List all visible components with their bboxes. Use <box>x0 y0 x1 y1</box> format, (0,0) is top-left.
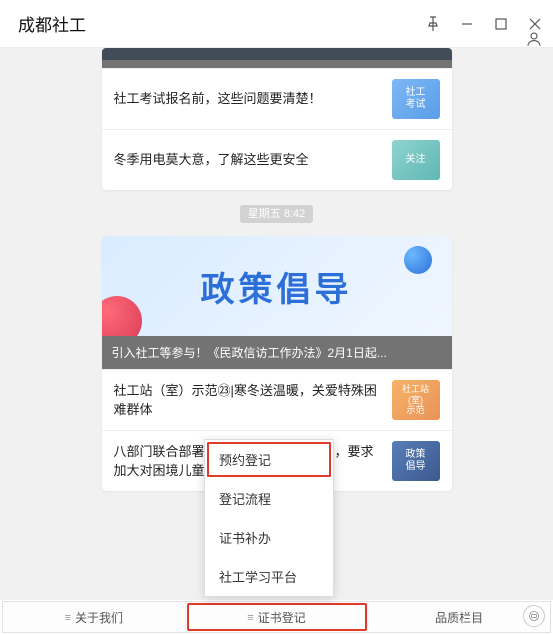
card2-header[interactable]: 引入社工等参与！《民政信访工作办法》2月1日起... <box>102 336 452 369</box>
popup-item-flow[interactable]: 登记流程 <box>205 479 333 518</box>
nav-label: 关于我们 <box>75 609 123 626</box>
title-bar: 成都社工 <box>0 0 553 48</box>
card1-header[interactable] <box>102 60 452 68</box>
article-card-1: 社工考试报名前，这些问题要清楚！ 社工 考试 冬季用电莫大意，了解这些更安全 关… <box>102 48 452 190</box>
menu-icon <box>65 610 71 624</box>
popup-item-book[interactable]: 预约登记 <box>205 440 333 479</box>
decor-bubble-blue <box>404 246 432 274</box>
article-row[interactable]: 冬季用电莫大意，了解这些更安全 关注 <box>102 129 452 190</box>
card2-hero[interactable]: 政策倡导 <box>102 236 452 336</box>
timestamp-text: 星期五 8:42 <box>240 205 313 223</box>
article-thumb: 政策 倡导 <box>392 441 440 481</box>
pin-icon[interactable] <box>425 16 441 32</box>
article-thumb: 社工站 (室) 示范 <box>392 380 440 420</box>
popup-item-study[interactable]: 社工学习平台 <box>205 557 333 596</box>
menu-icon <box>247 610 253 624</box>
hero-text: 政策倡导 <box>201 262 353 311</box>
article-title: 冬季用电莫大意，了解这些更安全 <box>114 150 384 170</box>
card1-hero[interactable] <box>102 48 452 60</box>
keyboard-icon[interactable] <box>523 605 545 627</box>
popup-item-reissue[interactable]: 证书补办 <box>205 518 333 557</box>
maximize-icon[interactable] <box>493 16 509 32</box>
article-thumb: 关注 <box>392 140 440 180</box>
nav-label: 品质栏目 <box>435 609 483 626</box>
article-thumb: 社工 考试 <box>392 79 440 119</box>
nav-label: 证书登记 <box>258 609 306 626</box>
bottom-nav: 关于我们 证书登记 品质栏目 <box>2 601 551 633</box>
app-title: 成都社工 <box>18 11 86 36</box>
article-row[interactable]: 社工考试报名前，这些问题要清楚！ 社工 考试 <box>102 68 452 129</box>
nav-about[interactable]: 关于我们 <box>3 602 186 632</box>
article-title: 社工考试报名前，这些问题要清楚！ <box>114 89 384 109</box>
minimize-icon[interactable] <box>459 16 475 32</box>
article-row[interactable]: 社工站（室）示范㉓|寒冬送温暖，关爱特殊困难群体 社工站 (室) 示范 <box>102 369 452 430</box>
article-title: 社工站（室）示范㉓|寒冬送温暖，关爱特殊困难群体 <box>114 381 384 420</box>
cert-menu-popup: 预约登记 登记流程 证书补办 社工学习平台 <box>204 439 334 597</box>
timestamp: 星期五 8:42 <box>8 204 545 222</box>
decor-bubble-red <box>102 296 142 336</box>
nav-cert[interactable]: 证书登记 <box>186 602 369 632</box>
